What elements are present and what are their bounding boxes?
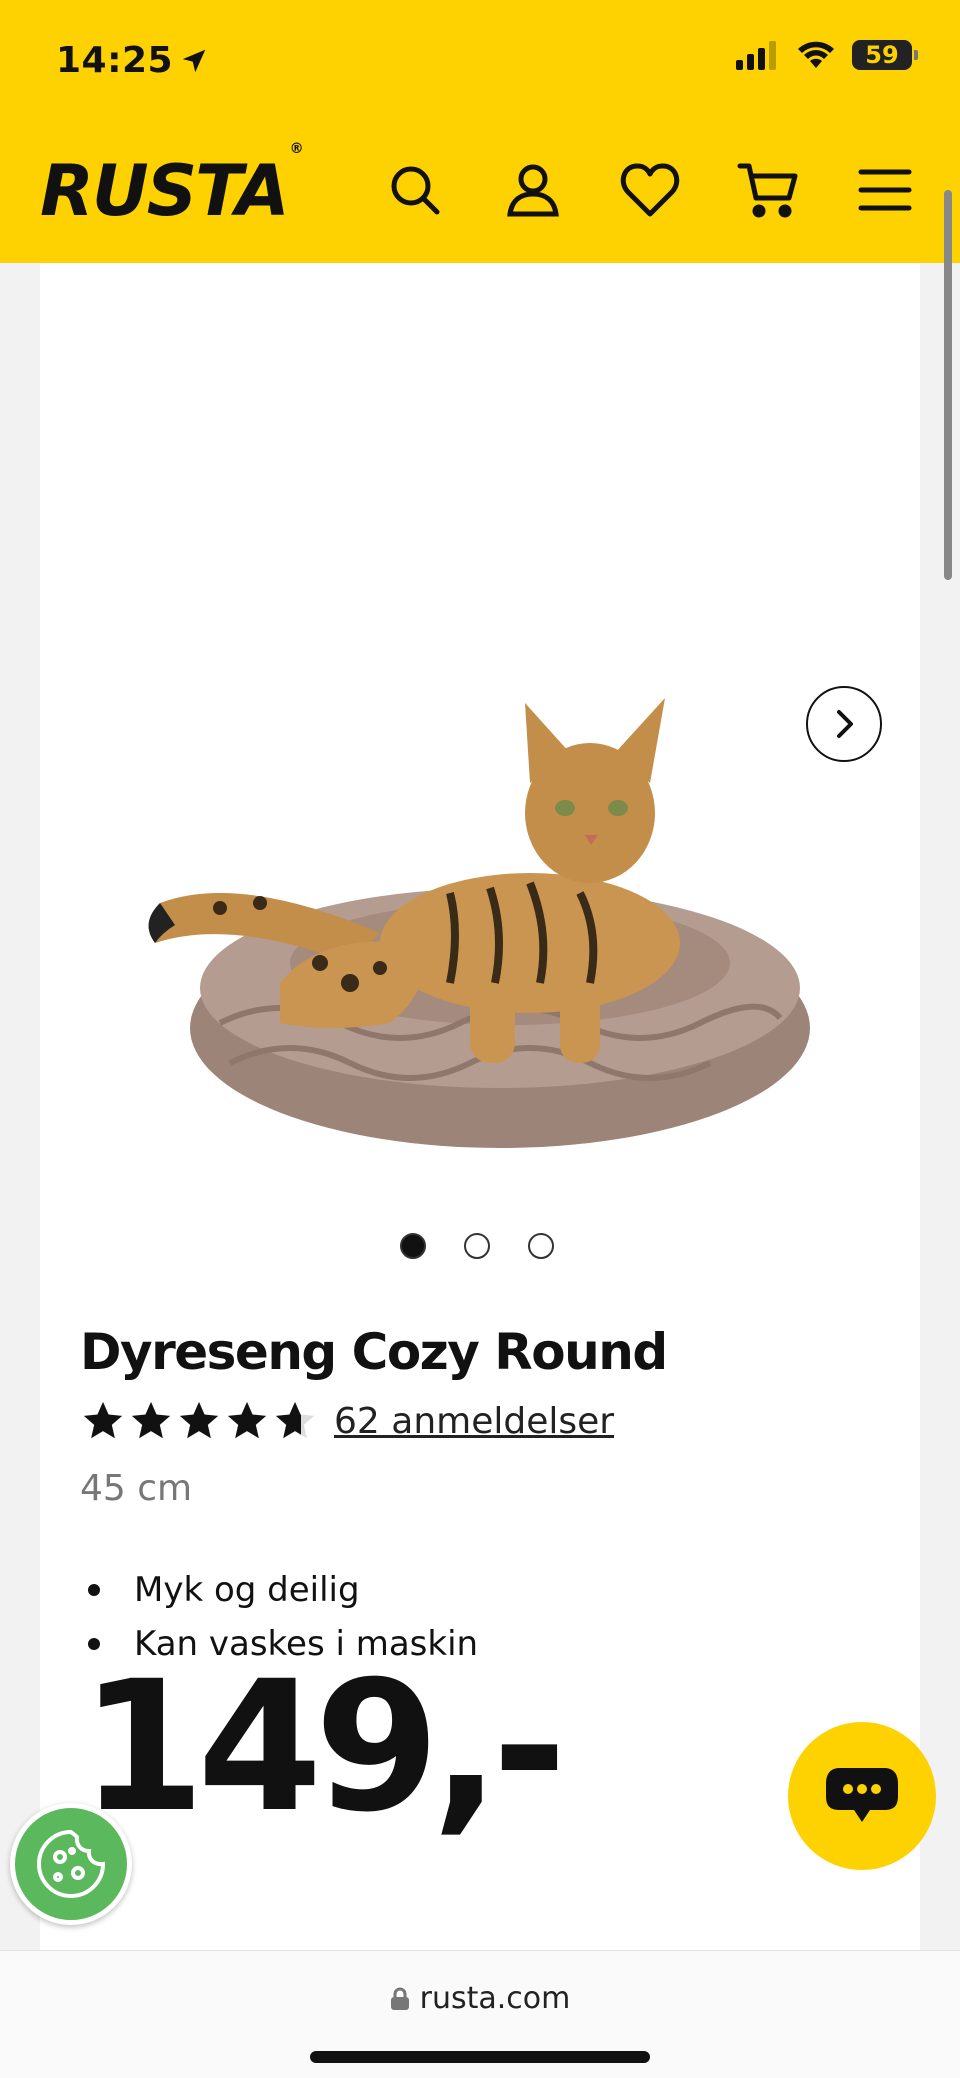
product-size: 45 cm bbox=[80, 1468, 193, 1509]
carousel-next-button[interactable] bbox=[806, 686, 882, 762]
reviews-link[interactable]: 62 anmeldelser bbox=[334, 1401, 614, 1442]
menu-icon[interactable] bbox=[850, 155, 920, 225]
chevron-right-icon bbox=[837, 710, 853, 738]
product-price: 149,- bbox=[80, 1643, 567, 1852]
carousel-dot-3[interactable] bbox=[528, 1233, 554, 1259]
wifi-icon bbox=[798, 41, 834, 68]
half-star-icon bbox=[275, 1401, 315, 1439]
status-time-text: 14:25 bbox=[56, 40, 174, 81]
star-icon bbox=[131, 1401, 171, 1439]
location-arrow-icon bbox=[182, 49, 206, 72]
logo-text: RUSTA bbox=[40, 150, 290, 232]
feature-item: Myk og deilig bbox=[80, 1563, 478, 1617]
signal-icon bbox=[736, 41, 776, 70]
chat-bubble-icon bbox=[826, 1768, 898, 1822]
search-icon[interactable] bbox=[380, 155, 450, 225]
browser-bar: rusta.com bbox=[0, 1950, 960, 2078]
cart-icon[interactable] bbox=[733, 155, 803, 225]
home-indicator bbox=[310, 2051, 650, 2063]
status-indicators: 59 bbox=[736, 40, 918, 70]
address-bar[interactable]: rusta.com bbox=[0, 1981, 960, 2016]
account-icon[interactable] bbox=[498, 155, 568, 225]
url-text: rusta.com bbox=[419, 1981, 571, 2016]
product-title: Dyreseng Cozy Round bbox=[80, 1323, 668, 1381]
battery-indicator: 59 bbox=[852, 40, 918, 70]
star-icon bbox=[227, 1401, 267, 1439]
rating-row: 62 anmeldelser bbox=[80, 1398, 614, 1444]
cookie-settings-button[interactable] bbox=[10, 1803, 132, 1925]
header-nav bbox=[380, 155, 920, 225]
logo-registered-mark: ® bbox=[289, 140, 304, 157]
status-time: 14:25 bbox=[56, 40, 209, 81]
star-icon bbox=[83, 1401, 123, 1439]
cookie-icon bbox=[37, 1829, 106, 1898]
heart-icon[interactable] bbox=[615, 155, 685, 225]
carousel-dot-2[interactable] bbox=[464, 1233, 490, 1259]
product-card: Dyreseng Cozy Round 62 anmeldelser 45 cm… bbox=[40, 263, 920, 1950]
carousel-dots bbox=[400, 1233, 554, 1259]
lock-icon bbox=[390, 1987, 409, 2010]
product-image[interactable] bbox=[80, 463, 900, 1243]
scrollbar[interactable] bbox=[944, 190, 952, 580]
star-rating bbox=[80, 1398, 318, 1444]
carousel-dot-1[interactable] bbox=[400, 1233, 426, 1259]
header: 14:25 59 RUSTA® bbox=[0, 0, 960, 263]
star-icon bbox=[179, 1401, 219, 1439]
rusta-logo[interactable]: RUSTA® bbox=[40, 141, 304, 232]
chat-button[interactable] bbox=[788, 1722, 936, 1870]
